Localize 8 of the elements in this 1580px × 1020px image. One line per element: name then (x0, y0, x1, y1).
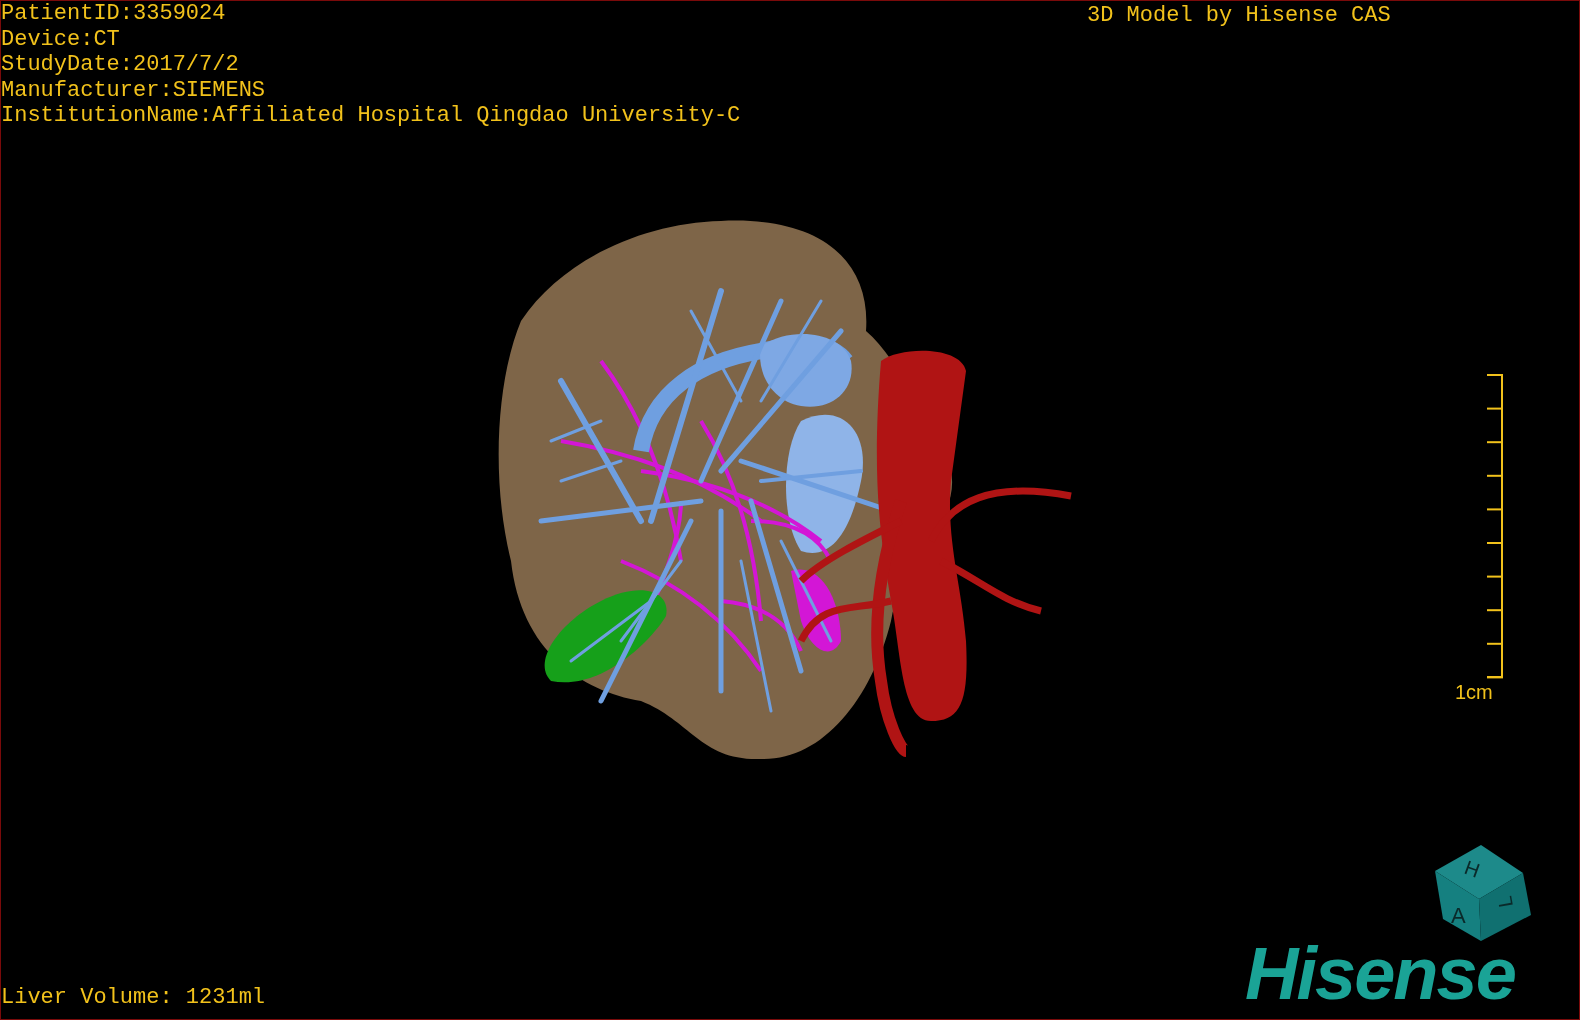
info-text: StudyDate:2017/7/2 (1, 52, 240, 78)
info-text: PatientID:3359024 (1, 1, 227, 27)
info-text: InstitutionName:Affiliated Hospital Qingdao University-C (1, 103, 741, 129)
info-text: Device:CT (1, 26, 121, 52)
scale-label: 1cm (1455, 681, 1493, 703)
info-text: Manufacturer:SIEMENS (1, 77, 267, 103)
liver-volume-text: Liver Volume: 1231ml (1, 985, 266, 1010)
credit-text: 3D Model by Hisense CAS (1087, 3, 1391, 28)
